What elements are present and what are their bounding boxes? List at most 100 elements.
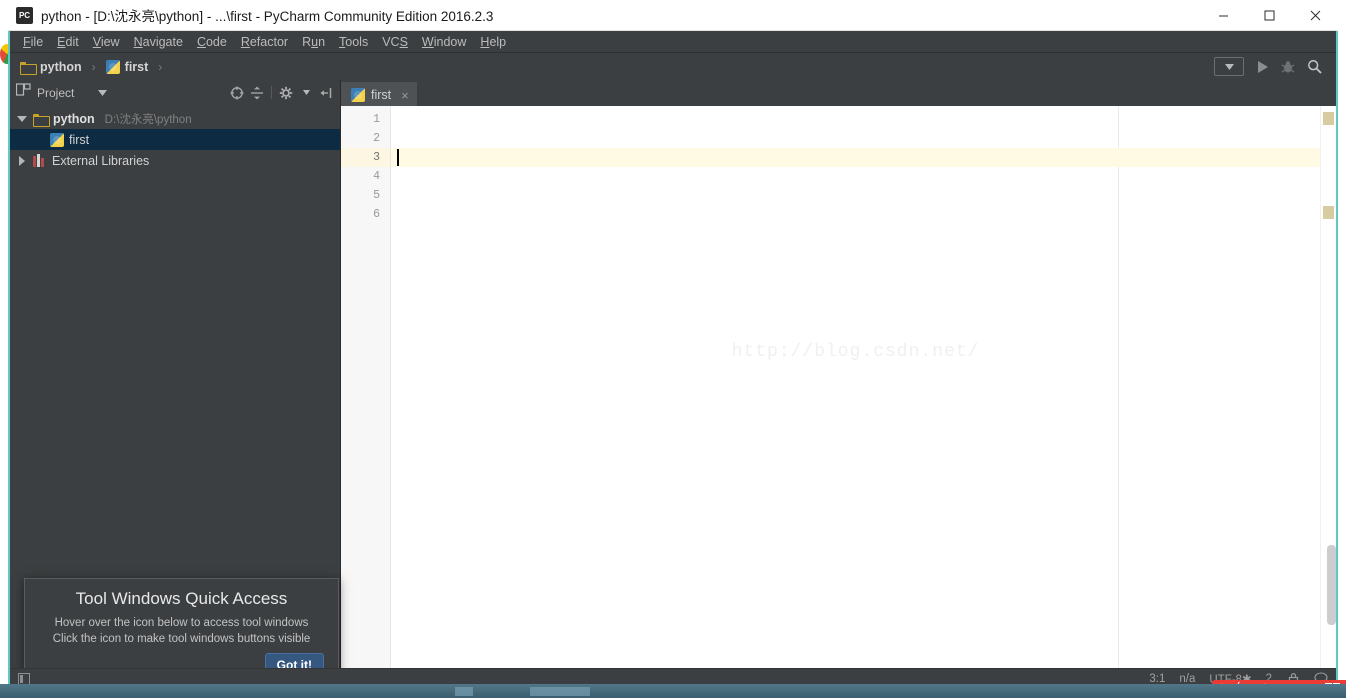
pycharm-window-screenshot: python - [D:\沈永亮\python] - ...\first - P… xyxy=(0,0,1346,698)
python-file-icon xyxy=(351,88,365,102)
chevron-down-icon xyxy=(302,90,310,95)
tool-windows-quick-access-popup: Tool Windows Quick Access Hover over the… xyxy=(24,578,339,682)
python-file-icon xyxy=(50,132,64,147)
tree-path-python: D:\沈永亮\python xyxy=(104,113,192,126)
breadcrumb: python › first › xyxy=(20,59,167,75)
pycharm-icon xyxy=(16,6,33,24)
scrollbar-marker[interactable] xyxy=(1323,206,1334,219)
play-icon xyxy=(1257,60,1268,73)
menu-item-vcs[interactable]: VCS xyxy=(375,34,415,50)
project-scope-dropdown[interactable] xyxy=(98,89,108,96)
code-line[interactable] xyxy=(391,205,1320,224)
hide-panel-button[interactable] xyxy=(318,85,334,101)
status-line-separator[interactable]: n/a xyxy=(1179,673,1195,685)
code-line-current[interactable] xyxy=(391,148,1320,167)
tree-row-python[interactable]: python D:\沈永亮\python xyxy=(10,108,340,129)
gear-icon xyxy=(279,86,293,99)
popup-line-2: Click the icon to make tool windows butt… xyxy=(52,633,311,645)
gutter-line-number: 5 xyxy=(373,189,380,202)
gutter-line-number: 1 xyxy=(373,113,380,126)
close-button[interactable] xyxy=(1292,0,1338,31)
menu-bar: File Edit View Navigate Code Refactor Ru… xyxy=(10,31,1336,53)
search-icon xyxy=(1307,60,1322,74)
menu-item-view[interactable]: View xyxy=(86,34,127,50)
gutter-line-number: 2 xyxy=(373,132,380,145)
run-button[interactable] xyxy=(1250,56,1274,77)
run-configuration-dropdown[interactable] xyxy=(1214,57,1244,76)
minimize-button[interactable] xyxy=(1200,0,1246,31)
menu-item-refactor[interactable]: Refactor xyxy=(234,34,295,50)
navigation-bar: python › first › xyxy=(10,53,1336,80)
project-panel-header: Project xyxy=(10,80,340,105)
popup-line-1: Hover over the icon below to access tool… xyxy=(54,617,309,629)
breadcrumb-item-python[interactable]: python xyxy=(40,60,82,74)
chevron-right-icon xyxy=(19,155,25,166)
breadcrumb-separator-end: › xyxy=(158,59,163,74)
hide-icon xyxy=(320,87,332,98)
gutter-line-number: 6 xyxy=(373,208,380,221)
debug-button[interactable] xyxy=(1276,56,1300,77)
folder-icon xyxy=(20,61,37,75)
text-caret xyxy=(397,149,399,166)
tree-label-external-libraries: External Libraries xyxy=(52,153,150,168)
tree-row-first[interactable]: first xyxy=(10,129,340,150)
folder-icon xyxy=(33,113,50,127)
project-panel-header-actions xyxy=(229,85,340,101)
collapse-all-button[interactable] xyxy=(249,85,265,101)
code-line[interactable] xyxy=(391,186,1320,205)
menu-item-window[interactable]: Window xyxy=(415,34,473,50)
editor-area: first × 1 2 3 4 5 6 http://blog.csdn.net… xyxy=(341,80,1336,668)
python-file-icon xyxy=(105,59,120,74)
tab-close-icon[interactable]: × xyxy=(401,89,409,102)
tree-label-python: python xyxy=(53,111,95,126)
menu-item-code[interactable]: Code xyxy=(190,34,234,50)
navbar-actions xyxy=(1214,56,1336,77)
project-view-icon xyxy=(15,83,31,102)
taskbar-item[interactable] xyxy=(455,687,473,696)
breadcrumb-item-first[interactable]: first xyxy=(125,60,149,74)
minimize-icon xyxy=(1218,15,1228,16)
code-editor[interactable]: http://blog.csdn.net/ xyxy=(391,106,1320,668)
menu-item-edit[interactable]: Edit xyxy=(50,34,86,50)
editor-vertical-scrollbar[interactable] xyxy=(1327,545,1336,625)
project-tree: python D:\沈永亮\python first External Libr… xyxy=(10,105,340,171)
gutter-line-number: 3 xyxy=(341,148,390,167)
project-panel-title: Project xyxy=(37,85,75,100)
window-title: python - [D:\沈永亮\python] - ...\first - P… xyxy=(41,9,494,24)
gutter-line-number: 4 xyxy=(373,170,380,183)
menu-item-help[interactable]: Help xyxy=(473,34,513,50)
taskbar-item[interactable] xyxy=(530,687,590,696)
close-icon xyxy=(1310,10,1320,20)
expand-toggle-python[interactable] xyxy=(16,115,28,122)
bug-icon xyxy=(1281,60,1295,72)
chevron-down-icon xyxy=(98,89,108,96)
scrollbar-marker[interactable] xyxy=(1323,112,1334,125)
scroll-from-source-button[interactable] xyxy=(229,85,245,101)
settings-button[interactable] xyxy=(278,85,294,101)
target-icon xyxy=(230,86,244,99)
title-bar: python - [D:\沈永亮\python] - ...\first - P… xyxy=(8,0,1338,31)
code-line[interactable] xyxy=(391,110,1320,129)
tree-row-external-libraries[interactable]: External Libraries xyxy=(10,150,340,171)
search-everywhere-button[interactable] xyxy=(1302,56,1326,77)
menu-item-run[interactable]: Run xyxy=(295,34,332,50)
maximize-button[interactable] xyxy=(1246,0,1292,31)
toolbar-divider xyxy=(271,86,272,99)
editor-gutter: 1 2 3 4 5 6 xyxy=(341,106,391,668)
settings-dropdown-arrow[interactable] xyxy=(298,85,314,101)
maximize-icon xyxy=(1264,10,1274,20)
status-caret-position[interactable]: 3:1 xyxy=(1149,673,1165,685)
menu-item-navigate[interactable]: Navigate xyxy=(127,34,190,50)
tab-first[interactable]: first × xyxy=(341,82,417,106)
code-line[interactable] xyxy=(391,129,1320,148)
menu-item-file[interactable]: File xyxy=(16,34,50,50)
menu-item-tools[interactable]: Tools xyxy=(332,34,375,50)
breadcrumb-separator: › xyxy=(91,59,96,74)
tab-label: first xyxy=(371,88,392,102)
tool-windows-quick-access-icon[interactable] xyxy=(18,672,30,685)
expand-toggle-external-libraries[interactable] xyxy=(16,155,28,166)
window-controls xyxy=(1200,0,1338,31)
code-line[interactable] xyxy=(391,167,1320,186)
editor-tab-bar: first × xyxy=(341,80,1336,106)
editor-body: 1 2 3 4 5 6 http://blog.csdn.net/ xyxy=(341,106,1336,668)
